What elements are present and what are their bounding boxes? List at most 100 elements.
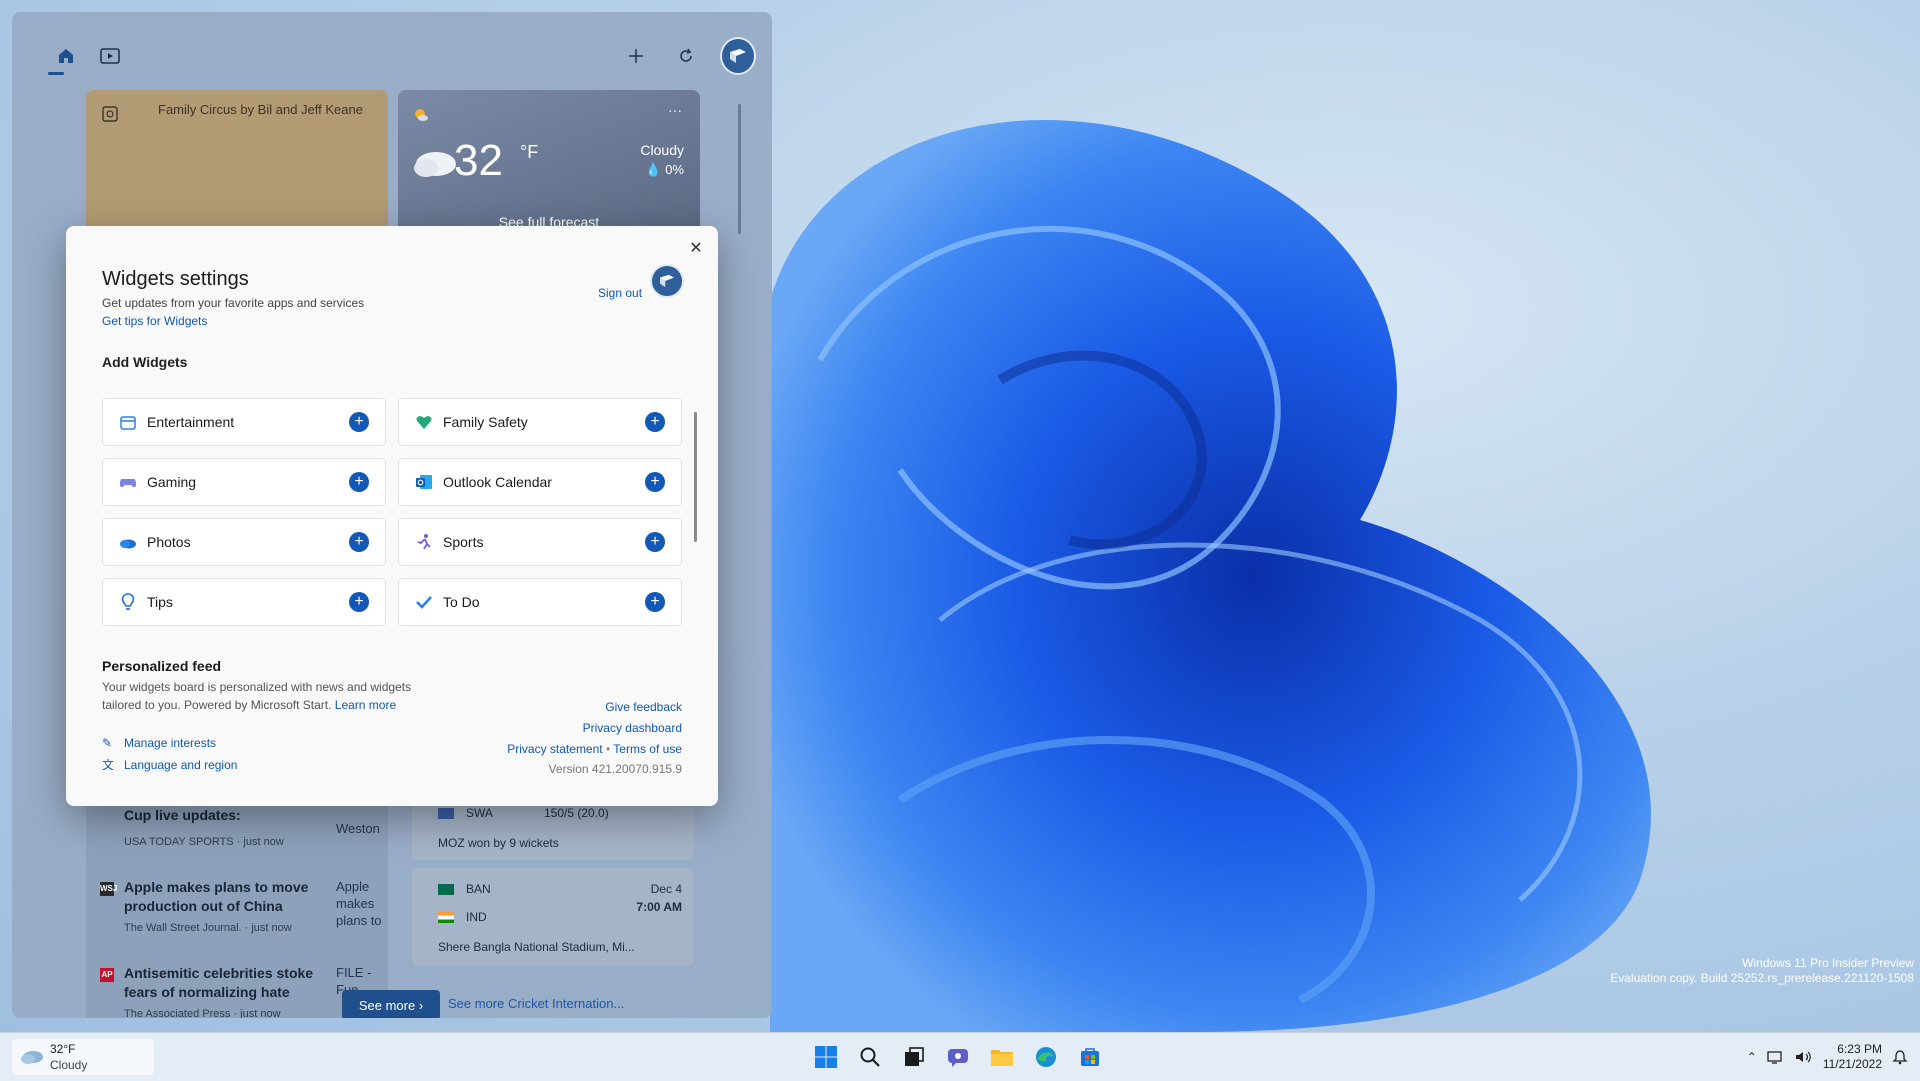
refresh-button[interactable]	[672, 42, 700, 70]
store-button[interactable]	[1072, 1039, 1108, 1075]
news-item[interactable]: WSJ Apple makes plans to move production…	[100, 878, 382, 942]
cricket-upcoming-match[interactable]: BAN IND Dec 4 7:00 AM Shere Bangla Natio…	[412, 868, 694, 966]
news-item[interactable]: AP Antisemitic celebrities stoke fears o…	[100, 964, 380, 1018]
add-icon[interactable]: +	[349, 472, 369, 492]
see-more-cricket-link[interactable]: See more Cricket Internation...	[448, 996, 624, 1011]
add-icon[interactable]: +	[645, 592, 665, 612]
outlook-calendar-icon	[416, 475, 432, 489]
news-thumbnail: Weston	[336, 821, 380, 836]
add-widget-button[interactable]	[622, 42, 650, 70]
news-feed: Cup live updates: American... USA TODAY …	[86, 782, 388, 1018]
flag-icon	[438, 808, 454, 820]
weather-condition: Cloudy	[640, 142, 684, 158]
search-button[interactable]	[852, 1039, 888, 1075]
widget-label: Gaming	[147, 474, 197, 490]
dialog-scrollbar[interactable]	[694, 412, 697, 542]
language-region-label: Language and region	[124, 757, 238, 772]
widget-label: Sports	[443, 534, 484, 550]
volume-icon[interactable]	[1795, 1050, 1813, 1064]
taskbar-weather[interactable]: 32°F Cloudy	[12, 1039, 154, 1075]
weather-widget[interactable]: ··· 32 °F Cloudy 💧 0% See full forecast	[398, 90, 700, 240]
legal-links: Privacy statement • Terms of use	[507, 742, 682, 756]
news-headline: Antisemitic celebrities stoke fears of n…	[124, 965, 314, 1000]
board-scrollbar[interactable]	[738, 104, 741, 234]
weather-temperature: 32	[454, 136, 503, 185]
add-widgets-heading: Add Widgets	[102, 354, 188, 370]
personalized-feed-text: Your widgets board is personalized with …	[102, 678, 432, 714]
edge-button[interactable]	[1028, 1039, 1064, 1075]
team-row: BAN	[438, 882, 491, 896]
widget-tile-todo[interactable]: To Do +	[398, 578, 682, 626]
network-icon[interactable]	[1767, 1050, 1785, 1064]
search-icon	[860, 1047, 880, 1067]
news-headline: Apple makes plans to move production out…	[124, 879, 309, 914]
widget-label: Family Safety	[443, 414, 528, 430]
sign-out-link[interactable]: Sign out	[598, 286, 642, 300]
book-icon	[730, 49, 746, 63]
precip-value: 0%	[665, 162, 684, 177]
chevron-up-icon[interactable]: ⌃	[1747, 1050, 1757, 1064]
pencil-icon: ✎	[102, 736, 113, 750]
news-item[interactable]: Cup live updates: American... USA TODAY …	[100, 807, 380, 876]
add-icon[interactable]: +	[645, 532, 665, 552]
sun-cloud-icon	[415, 109, 428, 121]
sports-icon	[417, 534, 431, 550]
widget-tile-family-safety[interactable]: Family Safety +	[398, 398, 682, 446]
manage-interests-link[interactable]: ✎ Manage interests	[102, 736, 216, 750]
dialog-subtitle: Get updates from your favorite apps and …	[102, 296, 365, 310]
avatar	[650, 264, 684, 298]
account-avatar	[650, 264, 684, 298]
add-icon[interactable]: +	[349, 592, 369, 612]
language-region-link[interactable]: 文 Language and region	[102, 756, 237, 773]
flag-icon	[438, 884, 454, 896]
manage-interests-label: Manage interests	[124, 736, 217, 750]
add-icon[interactable]: +	[349, 532, 369, 552]
book-icon	[660, 274, 674, 288]
clock[interactable]: 6:23 PM 11/21/2022	[1823, 1042, 1882, 1072]
widget-tile-entertainment[interactable]: Entertainment +	[102, 398, 386, 446]
terms-link[interactable]: Terms of use	[613, 742, 682, 756]
start-button[interactable]	[808, 1039, 844, 1075]
learn-more-link[interactable]: Learn more	[335, 698, 396, 712]
notification-bell-icon[interactable]	[1892, 1049, 1908, 1065]
widget-tile-photos[interactable]: Photos +	[102, 518, 386, 566]
widget-tile-gaming[interactable]: Gaming +	[102, 458, 386, 506]
flag-icon	[438, 912, 454, 924]
close-button[interactable]: ✕	[686, 238, 706, 258]
task-view-button[interactable]	[896, 1039, 932, 1075]
clock-date: 11/21/2022	[1822, 1057, 1882, 1071]
widget-tile-tips[interactable]: Tips +	[102, 578, 386, 626]
widget-label: Photos	[147, 534, 191, 550]
give-feedback-link[interactable]: Give feedback	[605, 700, 682, 714]
teams-chat-button[interactable]	[940, 1039, 976, 1075]
taskbar-condition: Cloudy	[50, 1058, 88, 1072]
file-explorer-button[interactable]	[984, 1039, 1020, 1075]
comic-widget[interactable]: Family Circus by Bil and Jeff Keane	[86, 90, 388, 240]
video-tab[interactable]	[96, 42, 124, 70]
build-watermark: Windows 11 Pro Insider Preview Evaluatio…	[1610, 956, 1914, 986]
folder-icon	[991, 1050, 1013, 1066]
privacy-dashboard-link[interactable]: Privacy dashboard	[583, 721, 682, 735]
privacy-statement-link[interactable]: Privacy statement	[507, 742, 602, 756]
widget-label: To Do	[443, 594, 480, 610]
home-tab[interactable]	[52, 42, 80, 70]
widget-label: Entertainment	[147, 414, 235, 430]
more-options-icon[interactable]: ···	[668, 102, 682, 118]
team-score: 150/5 (20.0)	[544, 806, 609, 820]
account-button[interactable]	[720, 37, 756, 75]
clock-time: 6:23 PM	[1837, 1042, 1882, 1056]
add-icon[interactable]: +	[645, 412, 665, 432]
add-icon[interactable]: +	[645, 472, 665, 492]
store-icon	[1081, 1048, 1099, 1066]
widget-tile-sports[interactable]: Sports +	[398, 518, 682, 566]
board-header	[12, 12, 772, 82]
see-more-button[interactable]: See more ›	[342, 990, 440, 1018]
tips-icon	[121, 593, 135, 610]
taskbar-temp: 32°F	[50, 1042, 76, 1056]
taskbar-apps	[808, 1039, 1108, 1075]
team-name: IND	[466, 910, 487, 924]
tips-link[interactable]: Get tips for Widgets	[102, 314, 207, 328]
chat-icon	[948, 1049, 968, 1067]
add-icon[interactable]: +	[349, 412, 369, 432]
widget-tile-outlook-calendar[interactable]: Outlook Calendar +	[398, 458, 682, 506]
